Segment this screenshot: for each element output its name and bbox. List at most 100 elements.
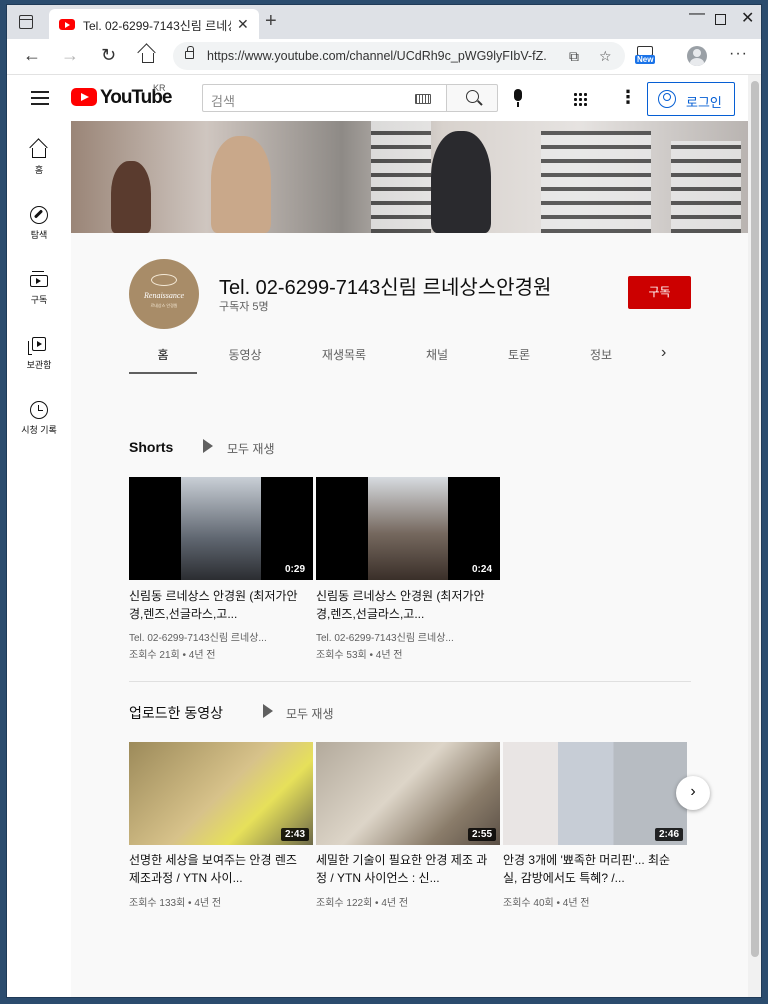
video-title[interactable]: 세밀한 기술이 필요한 안경 제조 과정 / YTN 사이언스 : 신... xyxy=(316,851,492,887)
tab-discussion[interactable]: 토론 xyxy=(491,346,547,363)
region-label: KR xyxy=(153,83,166,93)
page-scrollbar[interactable] xyxy=(748,75,761,997)
video-thumbnail[interactable]: 2:55 xyxy=(316,742,500,845)
youtube-play-icon xyxy=(71,88,97,106)
shorts-play-all[interactable]: 모두 재생 xyxy=(227,440,275,457)
browser-window: Tel. 02-6299-7143신림 르네상스 ✕ + — ✕ ← → ↻ h… xyxy=(6,4,762,998)
sidebar-item-history[interactable]: 시청 기록 xyxy=(7,391,71,451)
address-bar[interactable]: https://www.youtube.com/channel/UCdRh9c_… xyxy=(173,42,625,70)
home-icon xyxy=(32,148,46,158)
menu-icon[interactable] xyxy=(31,91,49,105)
browser-menu-icon[interactable]: ··· xyxy=(729,45,748,63)
video-duration: 0:24 xyxy=(467,563,496,576)
sidebar-item-explore[interactable]: 탐색 xyxy=(7,196,71,256)
video-meta: 조회수 53회 • 4년 전 xyxy=(316,650,403,661)
sidebar-item-subscriptions[interactable]: 구독 xyxy=(7,261,71,321)
video-title[interactable]: 신림동 르네상스 안경원 (최저가안경,렌즈,선글라스,고... xyxy=(316,587,492,623)
video-thumbnail[interactable]: 2:46 xyxy=(503,742,687,845)
window-close-button[interactable]: ✕ xyxy=(741,8,754,28)
tab-home[interactable]: 홈 xyxy=(129,346,197,363)
sidebar-item-label: 탐색 xyxy=(30,230,48,240)
new-badge: New xyxy=(635,55,656,64)
apps-grid-icon[interactable] xyxy=(573,92,587,106)
sidebar: 홈 탐색 구독 보관함 시청 기록 xyxy=(7,121,71,997)
carousel-next-button[interactable]: › xyxy=(676,776,710,810)
play-all-icon[interactable] xyxy=(263,704,273,718)
shorts-title: Shorts xyxy=(129,439,174,455)
glasses-logo-icon xyxy=(151,274,177,286)
tab-channels[interactable]: 채널 xyxy=(409,346,465,363)
keyboard-icon[interactable] xyxy=(415,94,431,104)
collections-button[interactable]: New xyxy=(635,46,656,64)
channel-name: Tel. 02-6299-7143신림 르네상스안경원 xyxy=(219,277,552,299)
play-all-icon[interactable] xyxy=(203,439,213,453)
channel-header: Renaissance 르네상스 안경원 Tel. 02-6299-7143신림… xyxy=(71,233,748,375)
home-button[interactable] xyxy=(142,53,154,63)
video-meta: 조회수 40회 • 4년 전 xyxy=(503,898,590,909)
tab-title: Tel. 02-6299-7143신림 르네상스 xyxy=(83,19,231,33)
video-duration: 2:43 xyxy=(280,828,309,841)
search-placeholder: 검색 xyxy=(211,94,235,109)
video-channel[interactable]: Tel. 02-6299-7143신림 르네상... xyxy=(316,629,492,644)
video-duration: 2:46 xyxy=(654,828,683,841)
chevron-right-icon[interactable]: › xyxy=(661,344,666,362)
history-icon xyxy=(30,401,48,419)
login-label: 로그인 xyxy=(686,95,722,110)
uploads-title: 업로드한 동영상 xyxy=(129,705,224,721)
sidebar-item-label: 시청 기록 xyxy=(21,425,57,435)
subscribe-button[interactable]: 구독 xyxy=(628,276,691,309)
youtube-header: YouTube KR 검색 ⋮ 로그인 xyxy=(7,75,761,121)
compass-icon xyxy=(30,206,48,224)
tab-actions-icon[interactable] xyxy=(19,15,33,29)
video-thumbnail[interactable]: 0:24 xyxy=(316,477,500,580)
app-available-icon[interactable]: ⧉ xyxy=(569,48,579,65)
channel-avatar[interactable]: Renaissance 르네상스 안경원 xyxy=(129,259,199,329)
lock-icon[interactable] xyxy=(185,46,194,59)
maximize-button[interactable] xyxy=(715,14,726,25)
video-title[interactable]: 선명한 세상을 보여주는 안경 렌즈 제조과정 / YTN 사이... xyxy=(129,851,305,887)
forward-button[interactable]: → xyxy=(61,45,79,66)
new-tab-button[interactable]: + xyxy=(265,10,277,33)
video-meta: 조회수 133회 • 4년 전 xyxy=(129,898,222,909)
url-text[interactable]: https://www.youtube.com/channel/UCdRh9c_… xyxy=(207,49,547,63)
avatar-text: Renaissance xyxy=(144,291,184,300)
uploads-play-all[interactable]: 모두 재생 xyxy=(286,705,334,722)
tab-strip: Tel. 02-6299-7143신림 르네상스 ✕ + — ✕ xyxy=(7,5,761,39)
browser-toolbar: ← → ↻ https://www.youtube.com/channel/UC… xyxy=(7,39,761,75)
video-meta: 조회수 21회 • 4년 전 xyxy=(129,650,216,661)
channel-home-content: Shorts 모두 재생 0:29 신림동 르네상스 안경원 (최저가안경,렌즈… xyxy=(71,375,748,997)
video-channel[interactable]: Tel. 02-6299-7143신림 르네상... xyxy=(129,629,305,644)
tab-about[interactable]: 정보 xyxy=(573,346,629,363)
sidebar-item-home[interactable]: 홈 xyxy=(7,131,71,191)
browser-tab[interactable]: Tel. 02-6299-7143신림 르네상스 ✕ xyxy=(49,9,259,39)
search-button[interactable] xyxy=(446,84,498,112)
sidebar-item-label: 홈 xyxy=(34,165,44,175)
tab-playlists[interactable]: 재생목록 xyxy=(307,346,381,363)
profile-avatar[interactable] xyxy=(687,46,707,66)
subscriptions-icon xyxy=(30,271,48,287)
back-button[interactable]: ← xyxy=(23,45,41,66)
video-title[interactable]: 신림동 르네상스 안경원 (최저가안경,렌즈,선글라스,고... xyxy=(129,587,305,623)
section-divider xyxy=(129,681,691,682)
video-thumbnail[interactable]: 0:29 xyxy=(129,477,313,580)
library-icon xyxy=(28,337,46,355)
video-title[interactable]: 안경 3개에 '뾰족한 머리핀'... 최순실, 감방에서도 특혜? /... xyxy=(503,851,679,887)
scrollbar-thumb[interactable] xyxy=(751,81,759,957)
search-input[interactable]: 검색 xyxy=(202,84,446,112)
video-duration: 2:55 xyxy=(467,828,496,841)
tab-videos[interactable]: 동영상 xyxy=(213,346,277,363)
sidebar-item-library[interactable]: 보관함 xyxy=(7,326,71,386)
search-icon xyxy=(466,90,479,103)
video-thumbnail[interactable]: 2:43 xyxy=(129,742,313,845)
more-vert-icon[interactable]: ⋮ xyxy=(619,87,637,108)
sidebar-item-label: 보관함 xyxy=(26,360,52,370)
sidebar-item-label: 구독 xyxy=(30,295,48,305)
avatar-subtext: 르네상스 안경원 xyxy=(150,303,178,308)
add-favorite-icon[interactable]: ☆ xyxy=(599,48,612,65)
microphone-icon[interactable] xyxy=(514,89,522,107)
reload-button[interactable]: ↻ xyxy=(101,45,116,66)
minimize-button[interactable]: — xyxy=(689,5,705,23)
login-button[interactable]: 로그인 xyxy=(647,82,735,116)
tab-close-icon[interactable]: ✕ xyxy=(237,16,249,33)
subscriber-count: 구독자 5명 xyxy=(219,301,269,313)
